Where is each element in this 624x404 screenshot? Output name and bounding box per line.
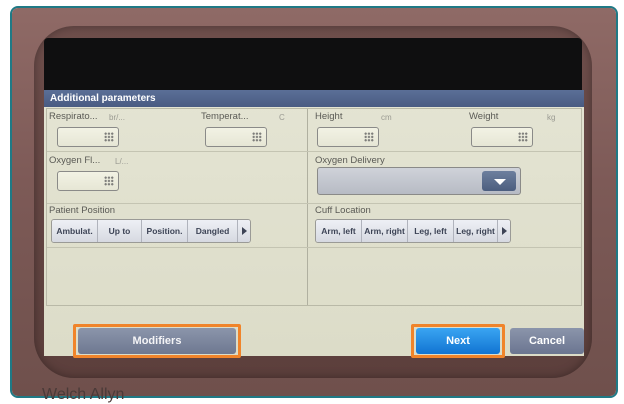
- oxygen-delivery-label: Oxygen Delivery: [315, 155, 385, 166]
- patient-position-label: Patient Position: [49, 205, 116, 216]
- cuff-location-option[interactable]: Arm, right: [362, 220, 408, 242]
- temperature-input[interactable]: [205, 127, 267, 147]
- oxygen-delivery-dropdown[interactable]: [317, 167, 521, 195]
- keypad-icon: [364, 132, 374, 142]
- parameters-panel: Respirato... br/... Temperat... C Height…: [46, 108, 582, 306]
- keypad-icon: [252, 132, 262, 142]
- cuff-location-option[interactable]: Leg, right: [454, 220, 498, 242]
- row-divider: [47, 247, 581, 248]
- temperature-label: Temperat...: [201, 111, 249, 122]
- next-highlight: [411, 324, 505, 358]
- cuff-location-selector: Arm, left Arm, right Leg, left Leg, righ…: [315, 219, 511, 243]
- cuff-location-option[interactable]: Arm, left: [316, 220, 362, 242]
- oxygen-flow-label: Oxygen Fl...: [49, 155, 101, 166]
- respiration-unit: br/...: [109, 113, 126, 122]
- patient-position-option[interactable]: Dangled: [188, 220, 238, 242]
- device-bezel: Additional parameters Respirato... br/..…: [12, 8, 616, 396]
- chevron-right-icon[interactable]: [238, 220, 250, 242]
- weight-input[interactable]: [471, 127, 533, 147]
- height-unit: cm: [381, 113, 392, 122]
- height-label: Height: [315, 111, 343, 122]
- keypad-icon: [104, 132, 114, 142]
- oxygen-flow-input[interactable]: [57, 171, 119, 191]
- modifiers-highlight: [73, 324, 241, 358]
- patient-position-selector: Ambulat. Up to Position. Dangled: [51, 219, 251, 243]
- brand-logo: Welch Allyn: [42, 386, 125, 403]
- weight-unit: kg: [547, 113, 556, 122]
- patient-position-option[interactable]: Ambulat.: [52, 220, 98, 242]
- height-input[interactable]: [317, 127, 379, 147]
- temperature-unit: C: [279, 113, 285, 122]
- cuff-location-option[interactable]: Leg, left: [408, 220, 454, 242]
- oxygen-flow-unit: L/...: [115, 157, 129, 166]
- chevron-down-icon[interactable]: [482, 171, 516, 191]
- dialog-screen: Additional parameters Respirato... br/..…: [44, 90, 584, 358]
- patient-position-option[interactable]: Position.: [142, 220, 188, 242]
- respiration-input[interactable]: [57, 127, 119, 147]
- weight-label: Weight: [469, 111, 499, 122]
- row-divider: [47, 151, 581, 152]
- image-frame: Additional parameters Respirato... br/..…: [10, 6, 618, 398]
- chevron-right-icon[interactable]: [498, 220, 510, 242]
- screen-top-area: [44, 38, 582, 90]
- keypad-icon: [518, 132, 528, 142]
- keypad-icon: [104, 176, 114, 186]
- column-divider: [307, 109, 308, 305]
- dialog-title: Additional parameters: [44, 90, 584, 107]
- patient-position-option[interactable]: Up to: [98, 220, 142, 242]
- cancel-button[interactable]: Cancel: [510, 328, 584, 354]
- cuff-location-label: Cuff Location: [315, 205, 371, 216]
- respiration-label: Respirato...: [49, 111, 98, 122]
- row-divider: [47, 203, 581, 204]
